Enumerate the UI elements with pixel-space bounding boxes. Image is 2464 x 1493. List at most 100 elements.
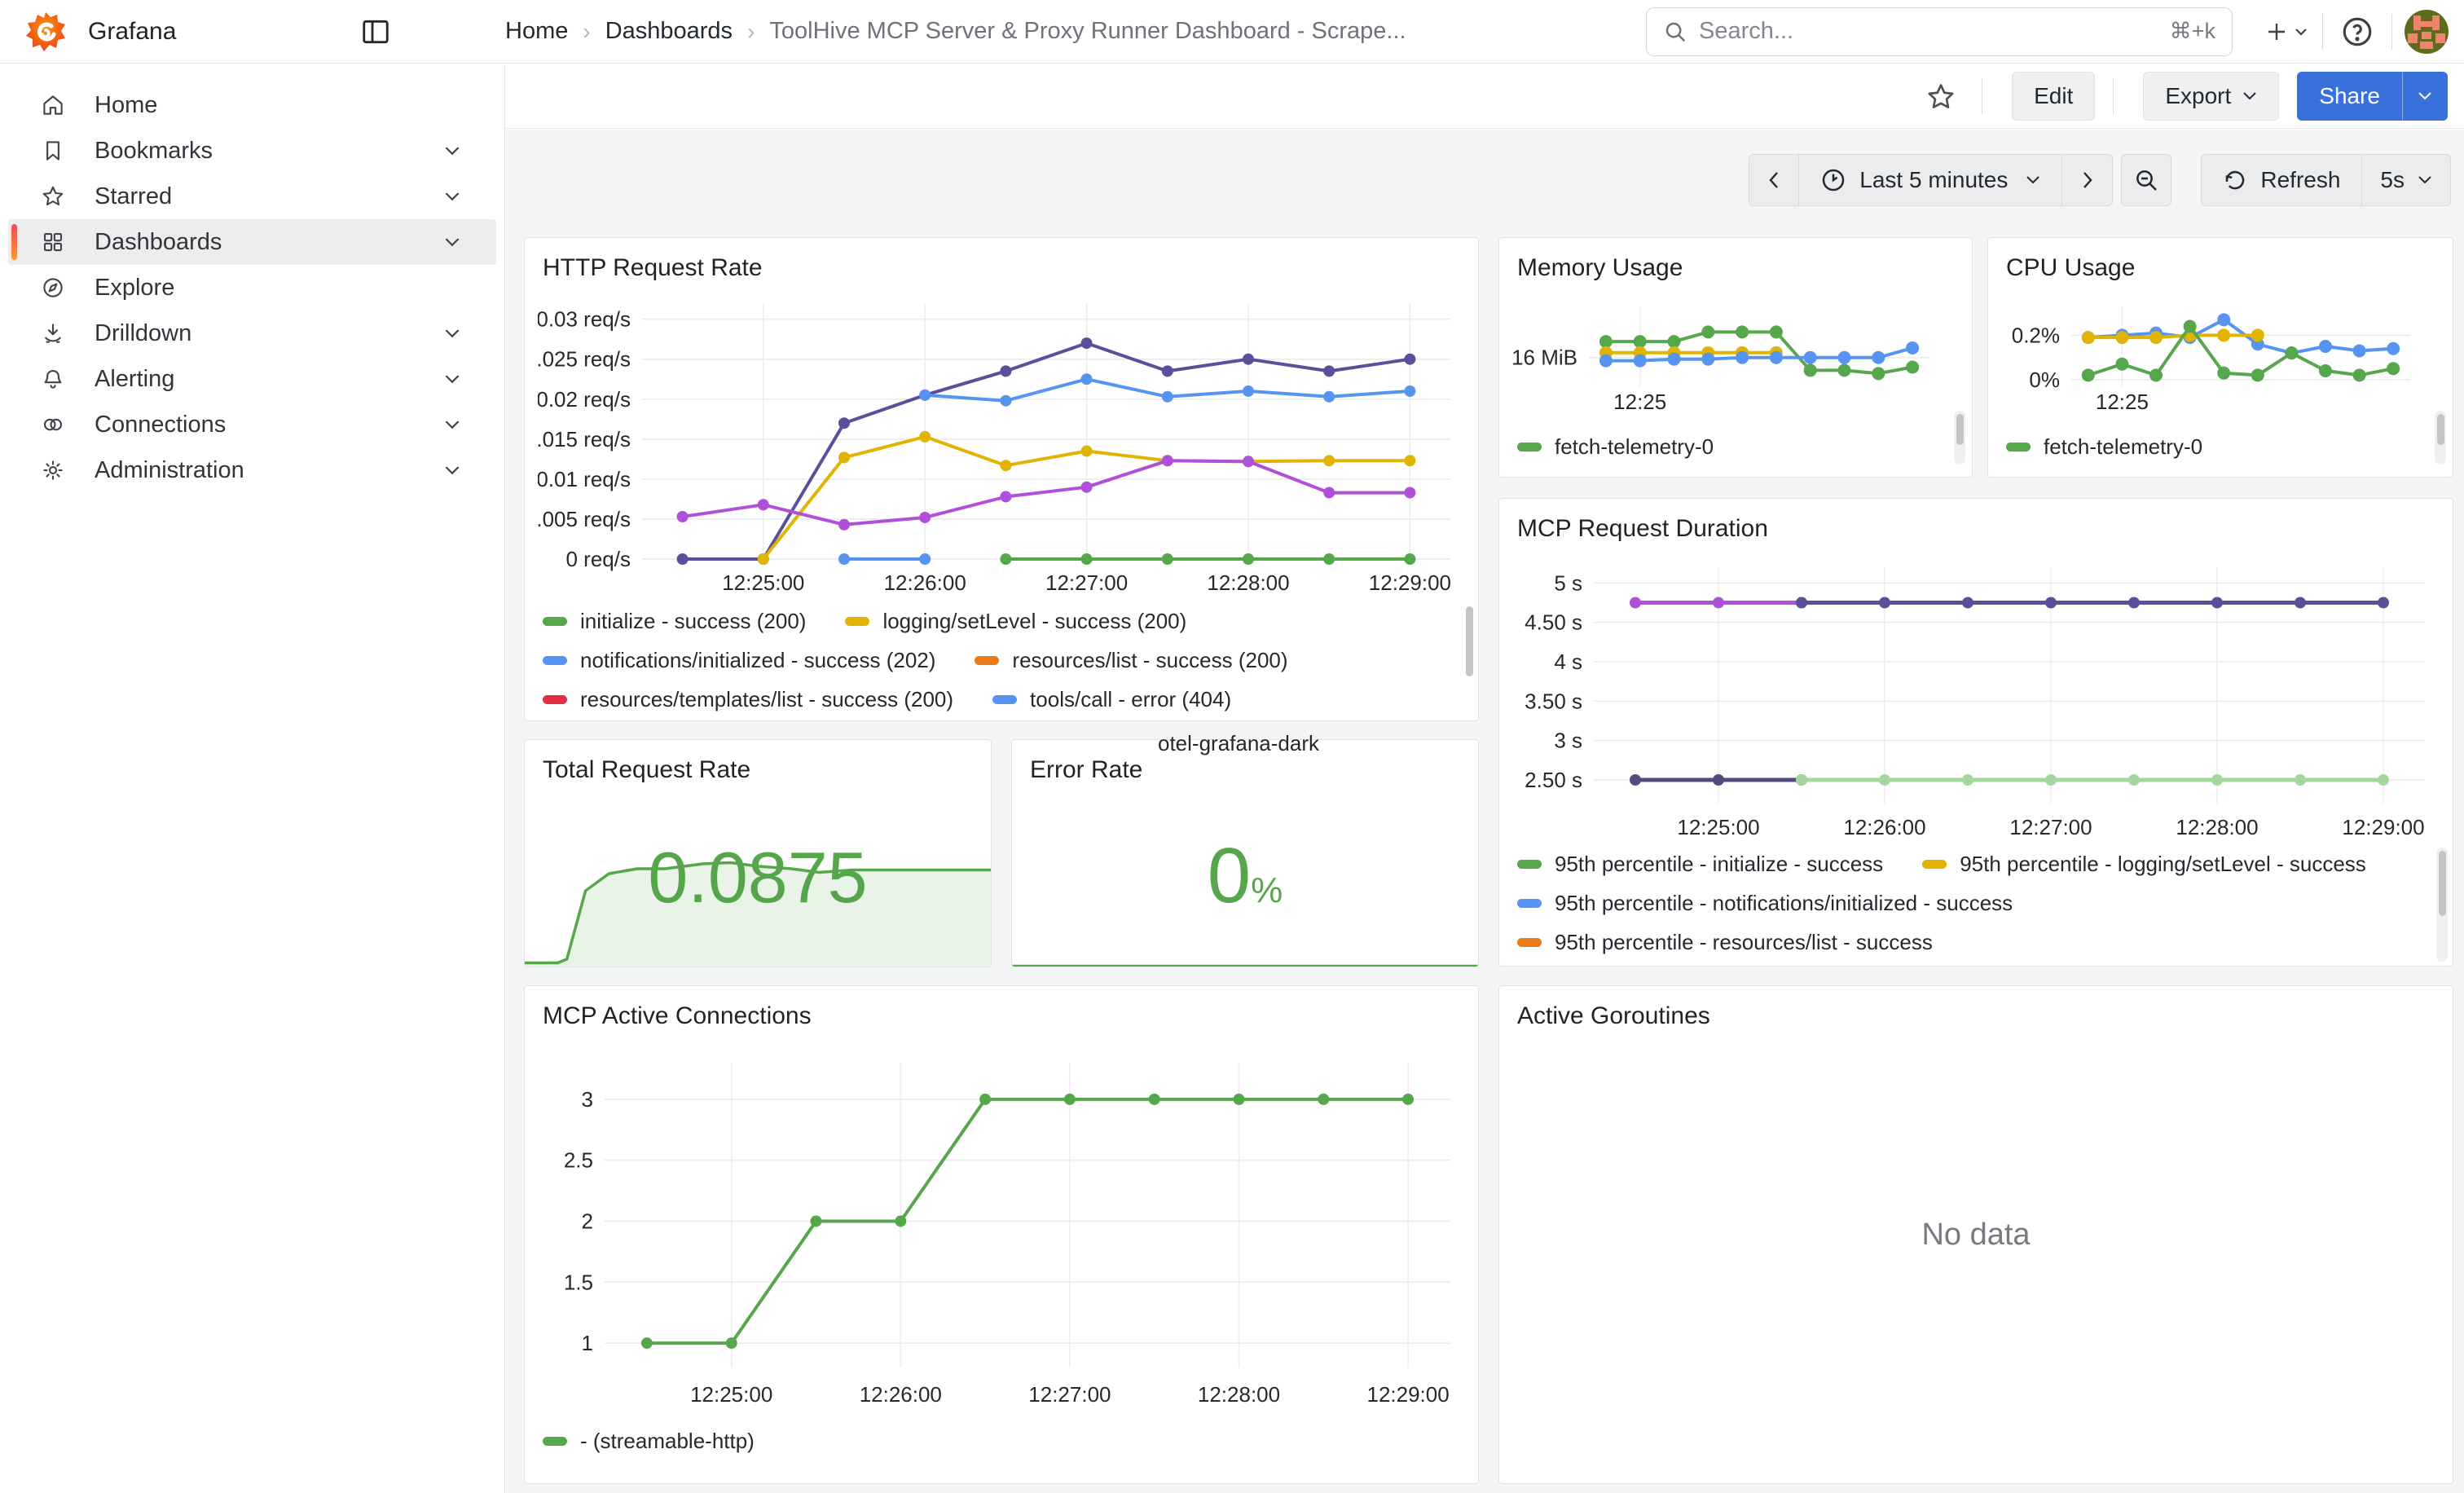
- legend-scrollbar-thumb[interactable]: [2439, 851, 2446, 916]
- svg-text:12:27:00: 12:27:00: [1045, 570, 1128, 595]
- legend-item[interactable]: fetch-telemetry-0: [1517, 434, 1714, 460]
- http-request-rate-chart[interactable]: 0 req/s0.005 req/s0.01 req/s0.015 req/s0…: [538, 290, 1463, 601]
- time-range-picker[interactable]: Last 5 minutes: [1799, 154, 2062, 206]
- panel-cpu-usage[interactable]: CPU Usage 0.2%0%12:25 fetch-telemetry-0: [1987, 237, 2453, 478]
- search-input[interactable]: Search... ⌘+k: [1646, 7, 2233, 56]
- legend-item[interactable]: 95th percentile - resources/list - succe…: [1517, 930, 1933, 955]
- legend-item[interactable]: resources/list - success (200): [975, 648, 1287, 673]
- add-button[interactable]: [2265, 9, 2311, 55]
- svg-text:1: 1: [582, 1331, 593, 1355]
- share-options-caret[interactable]: [2402, 72, 2448, 121]
- help-icon[interactable]: [2334, 9, 2380, 55]
- memory-usage-chart[interactable]: 16 MiB12:25: [1511, 297, 1957, 421]
- panel-mcp-active-connections[interactable]: MCP Active Connections 11.522.5312:25:00…: [524, 985, 1479, 1484]
- svg-text:2.50 s: 2.50 s: [1525, 768, 1582, 792]
- refresh-button[interactable]: Refresh: [2201, 154, 2362, 206]
- legend-item[interactable]: notifications/initialized - success (202…: [543, 648, 935, 673]
- mcp-active-connections-chart[interactable]: 11.522.5312:25:0012:26:0012:27:0012:28:0…: [538, 1038, 1463, 1413]
- favorite-star-icon[interactable]: [1918, 73, 1964, 119]
- svg-text:12:26:00: 12:26:00: [884, 570, 966, 595]
- refresh-interval-picker[interactable]: 5s: [2362, 154, 2451, 206]
- plug-rings-icon: [41, 412, 65, 437]
- legend-item[interactable]: fetch-telemetry-0: [2006, 434, 2202, 460]
- mcp-request-duration-chart[interactable]: 5 s4.50 s4 s3.50 s3 s2.50 s12:25:0012:26…: [1512, 551, 2438, 846]
- svg-text:0.015 req/s: 0.015 req/s: [538, 427, 631, 451]
- sidebar-item-dashboards[interactable]: Dashboards: [8, 219, 496, 265]
- drag-ghost-label: otel-grafana-dark: [1158, 731, 1319, 756]
- chevron-down-icon[interactable]: [444, 328, 460, 339]
- panel-total-request-rate[interactable]: Total Request Rate 0.0875: [524, 739, 992, 967]
- legend-color-chip: [543, 1437, 567, 1446]
- svg-text:12:29:00: 12:29:00: [1366, 1382, 1449, 1407]
- panel-memory-usage[interactable]: Memory Usage 16 MiB12:25 fetch-telemetry…: [1498, 237, 1973, 478]
- legend-item[interactable]: tools/call - error (404): [992, 687, 1231, 712]
- legend-item[interactable]: 95th percentile - logging/setLevel - suc…: [1922, 852, 2366, 877]
- svg-text:3.50 s: 3.50 s: [1525, 689, 1582, 713]
- breadcrumb-separator: ›: [583, 19, 590, 45]
- chevron-down-icon[interactable]: [444, 146, 460, 156]
- legend-label: logging/setLevel - success (200): [882, 609, 1186, 634]
- time-shift-forward-button[interactable]: [2062, 154, 2113, 206]
- legend-label: initialize - success (200): [580, 609, 806, 634]
- edit-button[interactable]: Edit: [2012, 72, 2095, 121]
- svg-text:0.03 req/s: 0.03 req/s: [538, 307, 631, 332]
- divider: [2322, 14, 2323, 50]
- legend-item[interactable]: initialize - success (200): [543, 609, 806, 634]
- drilldown-icon: [41, 321, 65, 346]
- export-button[interactable]: Export: [2143, 72, 2279, 121]
- legend-color-chip: [1517, 938, 1542, 947]
- sidebar-collapse-icon[interactable]: [360, 16, 391, 47]
- panel-active-goroutines[interactable]: Active Goroutines No data: [1498, 985, 2453, 1484]
- sidebar-item-bookmarks[interactable]: Bookmarks: [8, 128, 496, 174]
- legend-item[interactable]: - (streamable-http): [543, 1429, 755, 1454]
- legend-scrollbar-thumb[interactable]: [2437, 414, 2444, 445]
- panel-http-request-rate[interactable]: HTTP Request Rate 0 req/s0.005 req/s0.01…: [524, 237, 1479, 721]
- breadcrumb-dashboards[interactable]: Dashboards: [605, 18, 733, 45]
- chevron-down-icon[interactable]: [444, 374, 460, 385]
- sidebar-item-home[interactable]: Home: [8, 82, 496, 128]
- time-shift-back-button[interactable]: [1749, 154, 1799, 206]
- panel-error-rate[interactable]: Error Rate 0%: [1011, 739, 1479, 967]
- zoom-out-icon[interactable]: [2121, 154, 2171, 206]
- chevron-down-icon: [2418, 91, 2432, 101]
- legend-item[interactable]: resources/templates/list - success (200): [543, 687, 953, 712]
- chevron-down-icon[interactable]: [444, 192, 460, 202]
- sidebar-item-connections[interactable]: Connections: [8, 402, 496, 447]
- user-avatar[interactable]: [2404, 9, 2449, 55]
- legend-item[interactable]: 95th percentile - notifications/initiali…: [1517, 891, 2013, 916]
- legend-scrollbar-thumb[interactable]: [1956, 414, 1964, 445]
- svg-text:5 s: 5 s: [1554, 570, 1582, 595]
- svg-text:12:25: 12:25: [1613, 390, 1666, 414]
- sidebar-item-explore[interactable]: Explore: [8, 265, 496, 310]
- svg-text:12:26:00: 12:26:00: [860, 1382, 942, 1407]
- legend-color-chip: [1517, 860, 1542, 869]
- legend-color-chip: [543, 695, 567, 704]
- legend-item[interactable]: 95th percentile - initialize - success: [1517, 852, 1883, 877]
- share-button[interactable]: Share: [2297, 72, 2402, 121]
- svg-text:12:25:00: 12:25:00: [690, 1382, 772, 1407]
- sidebar-item-starred[interactable]: Starred: [8, 174, 496, 219]
- compass-icon: [41, 275, 65, 300]
- grafana-logo[interactable]: [24, 11, 67, 53]
- bell-icon: [41, 367, 65, 391]
- breadcrumb-home[interactable]: Home: [505, 18, 568, 45]
- cpu-usage-chart[interactable]: 0.2%0%12:25: [2000, 297, 2438, 421]
- legend-item[interactable]: logging/setLevel - success (200): [845, 609, 1186, 634]
- sidebar-item-alerting[interactable]: Alerting: [8, 356, 496, 402]
- sidebar-item-drilldown[interactable]: Drilldown: [8, 310, 496, 356]
- chevron-down-icon[interactable]: [444, 420, 460, 430]
- clock-icon: [1820, 167, 1846, 193]
- breadcrumb-current-dashboard: ToolHive MCP Server & Proxy Runner Dashb…: [769, 18, 1406, 45]
- panel-mcp-request-duration[interactable]: MCP Request Duration 5 s4.50 s4 s3.50 s3…: [1498, 498, 2453, 967]
- chevron-down-icon[interactable]: [444, 465, 460, 476]
- chevron-down-icon[interactable]: [444, 237, 460, 248]
- svg-text:0.01 req/s: 0.01 req/s: [538, 467, 631, 491]
- legend-scrollbar[interactable]: [1466, 606, 1473, 676]
- sidebar-item-administration[interactable]: Administration: [8, 447, 496, 493]
- panel-title: Total Request Rate: [525, 740, 991, 784]
- breadcrumb: Home › Dashboards › ToolHive MCP Server …: [505, 18, 1646, 45]
- cpu-chart-legend: fetch-telemetry-0: [2006, 427, 2431, 469]
- memory-chart-legend: fetch-telemetry-0: [1517, 427, 1951, 469]
- svg-text:1.5: 1.5: [564, 1270, 593, 1294]
- gear-icon: [41, 458, 65, 482]
